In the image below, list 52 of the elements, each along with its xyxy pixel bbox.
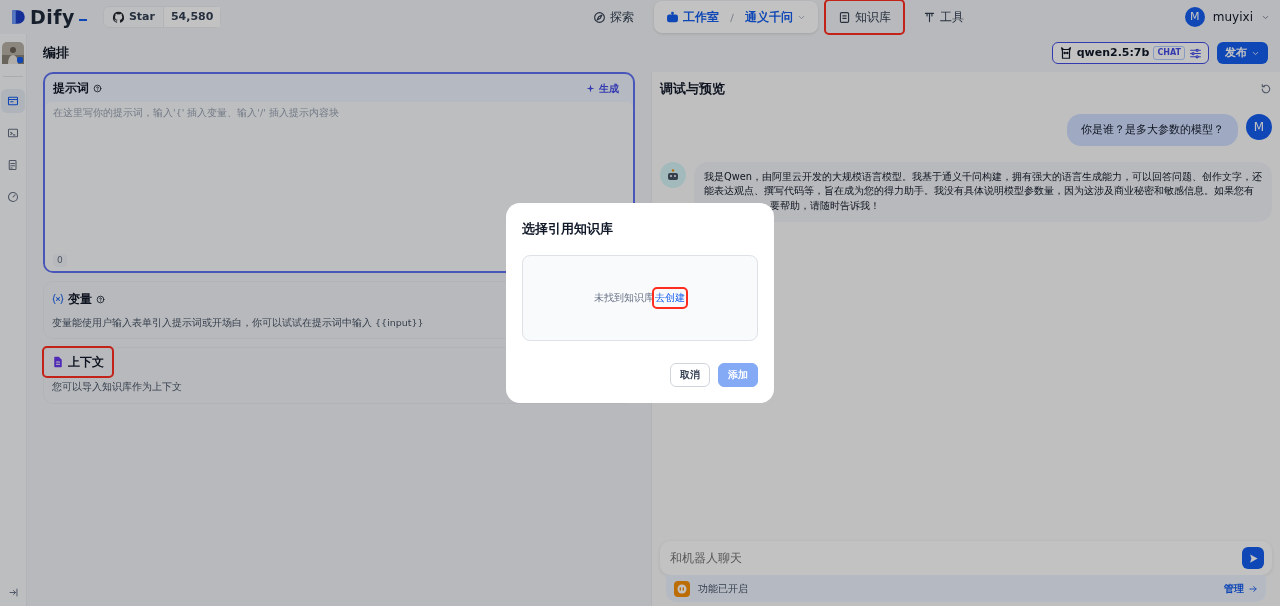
user-name[interactable]: muyixi [1212,8,1253,26]
arrow-right-icon [1248,583,1258,594]
publish-button[interactable]: 发布 [1217,41,1268,65]
gauge-icon [7,191,19,203]
section-title: 提示词 [53,80,90,97]
llama-icon [1058,46,1073,60]
cancel-button[interactable]: 取消 [670,362,710,387]
help-icon [96,294,106,304]
section-description: 变量能使用户输入表单引入提示词或开场白，你可以试试在提示词中输入 {{input}} [52,316,425,330]
tool-icon [922,10,936,24]
section-description: 您可以导入知识库作为上下文 [51,380,184,395]
send-icon [1247,552,1259,564]
message-bubble: 你是谁？是多大参数的模型？ [1067,114,1238,146]
robot-icon [665,10,679,24]
nav-tab[interactable]: 知识库 [825,1,903,33]
terminal-icon [7,127,19,139]
nav-tab[interactable]: 工作室 通义千问 [653,1,818,33]
compass-icon [592,10,606,24]
sparkle-icon [586,83,596,93]
github-icon [111,10,125,24]
layout-icon [7,95,19,107]
dialog-title: 选择引用知识库 [522,220,614,239]
refresh-icon [1260,83,1272,95]
model-selector[interactable]: qwen2.5:7b CHAT [1051,41,1209,65]
send-button[interactable] [1242,547,1264,569]
mode-badge: CHAT [1153,46,1185,60]
logo-text: Dify [30,4,75,30]
features-status: 功能已开启 [698,582,750,596]
sidebar-item[interactable] [1,89,25,113]
message-bubble: 我是Qwen，由阿里云开发的大规模语言模型。我基于通义千问构建，拥有强大的语言生成能力，可以回答问题、创作文字，还 能表达观点、撰写代码等，旨在成为您的得力助手。我没有具体说明模型参数量，因为这涉及商业秘密和敏感信息。如果您有 要帮助，请随时告诉我！ [694,161,1272,222]
manage-link[interactable]: 管理 [1224,581,1258,596]
file-icon [52,356,65,369]
context-header: 上下文 [44,348,113,377]
create-link[interactable]: 去创建 [654,288,686,307]
variable-icon [52,293,65,305]
nav-tab[interactable]: 探索 [580,1,646,33]
sliders-icon [1189,46,1202,60]
quote-icon [674,580,691,597]
panel-title: 调试与预览 [660,79,727,98]
user-avatar[interactable]: M [1184,7,1205,27]
chat-input[interactable]: 和机器人聊天 [668,548,1242,568]
help-icon [93,83,103,93]
user-avatar: M [1246,114,1272,140]
github-star-button[interactable]: Star 54,580 [102,5,222,29]
page-title: 编排 [43,43,71,62]
nav-tab[interactable]: 工具 [910,1,976,33]
document-icon [7,159,19,171]
section-title: 变量 [68,291,93,308]
book-icon [837,10,851,24]
expand-icon [7,587,19,598]
generate-button[interactable]: 生成 [580,79,626,97]
logo-icon [10,8,26,26]
